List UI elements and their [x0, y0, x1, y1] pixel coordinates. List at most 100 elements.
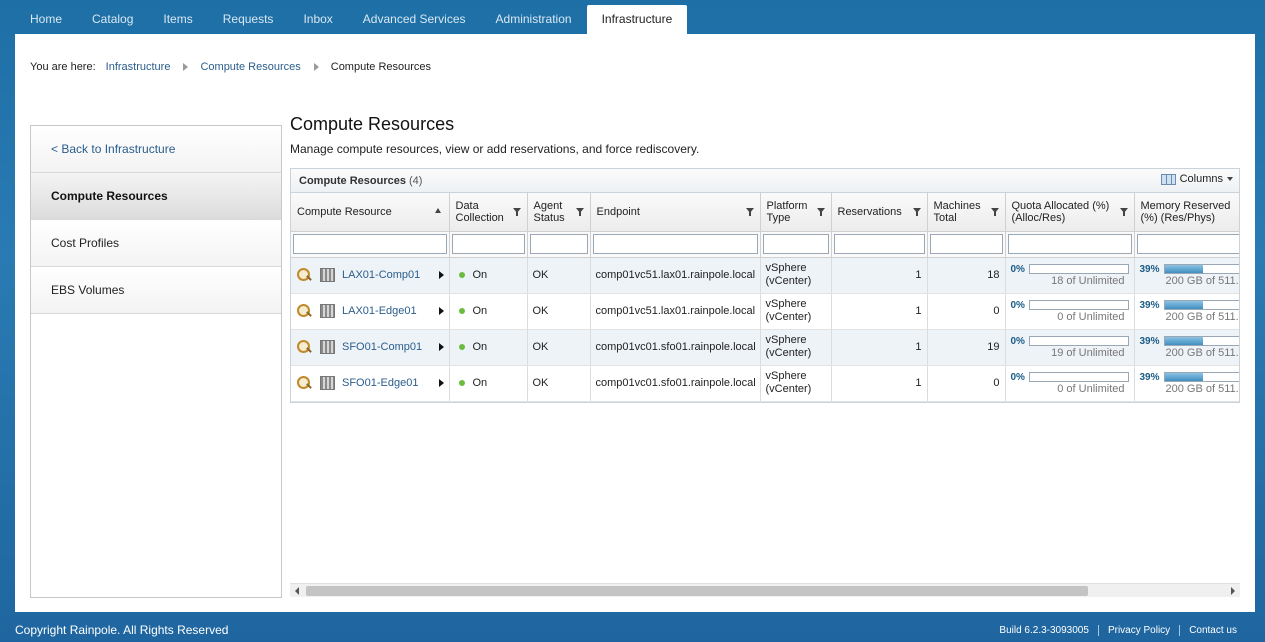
filter-machines-total-input[interactable]	[929, 234, 1003, 254]
column-header-endpoint[interactable]: Endpoint	[590, 193, 761, 232]
column-header-agent-status[interactable]: Agent Status	[527, 193, 591, 232]
magnifier-icon[interactable]	[296, 375, 312, 391]
filter-icon[interactable]	[575, 208, 584, 216]
contact-us-link[interactable]: Contact us	[1179, 625, 1246, 636]
cell-machines-total: 0	[927, 293, 1006, 330]
sidebar-item-ebs-volumes[interactable]: EBS Volumes	[31, 267, 281, 314]
chevron-down-icon	[1227, 177, 1233, 181]
cell-memory-reserved: 39% 200 GB of 511.8	[1134, 293, 1239, 330]
compute-resource-link[interactable]: LAX01-Comp01	[342, 269, 435, 281]
scroll-right-icon[interactable]	[1231, 587, 1235, 595]
data-collection-value: On	[472, 305, 488, 317]
memory-percent: 39%	[1139, 335, 1160, 347]
magnifier-icon[interactable]	[296, 339, 312, 355]
cell-reservations: 1	[831, 329, 928, 366]
table-row[interactable]: SFO01-Edge01 On OK comp01vc01.sfo01.rainpol…	[291, 365, 1239, 402]
breadcrumb-infrastructure-link[interactable]: Infrastructure	[106, 61, 171, 73]
tab-home[interactable]: Home	[15, 5, 77, 34]
tab-requests[interactable]: Requests	[208, 5, 289, 34]
quota-caption: 0 of Unlimited	[1057, 382, 1125, 395]
server-icon	[320, 340, 335, 354]
compute-resource-link[interactable]: SFO01-Edge01	[342, 377, 435, 389]
compute-resource-link[interactable]: LAX01-Edge01	[342, 305, 435, 317]
magnifier-icon[interactable]	[296, 267, 312, 283]
tab-catalog[interactable]: Catalog	[77, 5, 148, 34]
back-to-infrastructure-link[interactable]: < Back to Infrastructure	[31, 126, 281, 173]
memory-progress-bar	[1163, 264, 1239, 274]
tab-administration[interactable]: Administration	[481, 5, 587, 34]
column-header-platform-type[interactable]: Platform Type	[760, 193, 832, 232]
table-row[interactable]: LAX01-Edge01 On OK comp01vc51.lax01.rainpol…	[291, 293, 1239, 330]
filter-icon[interactable]	[745, 208, 754, 216]
cell-compute-resource: LAX01-Comp01	[291, 257, 450, 294]
column-header-data-collection[interactable]: Data Collection	[449, 193, 528, 232]
tab-advanced-services[interactable]: Advanced Services	[348, 5, 481, 34]
filter-compute-resource-input[interactable]	[293, 234, 447, 254]
progress-fill	[1164, 301, 1203, 309]
breadcrumb-current: Compute Resources	[330, 61, 432, 73]
column-header-machines-total[interactable]: Machines Total	[927, 193, 1006, 232]
columns-button[interactable]: Columns	[1160, 173, 1233, 185]
filter-reservations-input[interactable]	[833, 234, 925, 254]
scroll-left-icon[interactable]	[295, 587, 299, 595]
cell-machines-total: 0	[927, 365, 1006, 402]
column-header-compute-resource[interactable]: Compute Resource	[291, 193, 450, 232]
tab-items[interactable]: Items	[148, 5, 207, 34]
table-row[interactable]: SFO01-Comp01 On OK comp01vc01.sfo01.rainpol…	[291, 329, 1239, 366]
filter-endpoint-input[interactable]	[592, 234, 758, 254]
cell-reservations: 1	[831, 365, 928, 402]
cell-quota-allocated: 0% 18 of Unlimited	[1005, 257, 1135, 294]
filter-icon[interactable]	[990, 208, 999, 216]
tab-inbox[interactable]: Inbox	[288, 5, 347, 34]
footer-links: Build 6.2.3-3093005 Privacy Policy Conta…	[990, 625, 1246, 636]
filter-quota-allocated-input[interactable]	[1007, 234, 1132, 254]
quota-progress-bar	[1028, 372, 1129, 382]
cell-compute-resource: SFO01-Edge01	[291, 365, 450, 402]
cell-machines-total: 18	[927, 257, 1006, 294]
tab-infrastructure[interactable]: Infrastructure	[586, 5, 688, 34]
quota-progress-bar	[1028, 264, 1129, 274]
sort-ascending-icon[interactable]	[434, 208, 441, 213]
filter-platform-type-input[interactable]	[762, 234, 829, 254]
privacy-policy-link[interactable]: Privacy Policy	[1097, 625, 1179, 636]
quota-caption: 18 of Unlimited	[1051, 274, 1125, 287]
scrollbar-thumb[interactable]	[306, 586, 1088, 596]
filter-icon[interactable]	[1119, 208, 1128, 216]
cell-machines-total: 19	[927, 329, 1006, 366]
cell-agent-status: OK	[527, 293, 591, 330]
breadcrumb-compute-resources-link[interactable]: Compute Resources	[200, 61, 300, 73]
server-icon	[320, 268, 335, 282]
filter-row	[291, 231, 1239, 258]
column-header-memory-reserved[interactable]: Memory Reserved (%) (Res/Phys)	[1134, 193, 1239, 232]
cell-memory-reserved: 39% 200 GB of 511.8	[1134, 257, 1239, 294]
expand-arrow-icon[interactable]	[438, 271, 444, 279]
filter-icon[interactable]	[912, 208, 921, 216]
magnifier-icon[interactable]	[296, 303, 312, 319]
table-row[interactable]: LAX01-Comp01 On OK comp01vc51.lax01.rainpol…	[291, 257, 1239, 294]
cell-compute-resource: SFO01-Comp01	[291, 329, 450, 366]
filter-agent-status-input[interactable]	[529, 234, 588, 254]
compute-resource-link[interactable]: SFO01-Comp01	[342, 341, 435, 353]
progress-fill	[1164, 373, 1203, 381]
quota-percent: 0%	[1010, 371, 1025, 383]
column-header-reservations[interactable]: Reservations	[831, 193, 928, 232]
progress-fill	[1164, 337, 1203, 345]
status-dot-icon	[458, 308, 465, 315]
sidebar-item-compute-resources[interactable]: Compute Resources	[31, 173, 281, 220]
sidebar: < Back to Infrastructure Compute Resourc…	[30, 125, 282, 598]
expand-arrow-icon[interactable]	[438, 379, 444, 387]
filter-icon[interactable]	[816, 208, 825, 216]
filter-icon[interactable]	[512, 208, 521, 216]
cell-reservations: 1	[831, 257, 928, 294]
column-header-label: Compute Resource	[297, 205, 392, 218]
sidebar-item-cost-profiles[interactable]: Cost Profiles	[31, 220, 281, 267]
expand-arrow-icon[interactable]	[438, 343, 444, 351]
cell-agent-status: OK	[527, 329, 591, 366]
filter-memory-reserved-input[interactable]	[1136, 234, 1239, 254]
filter-data-collection-input[interactable]	[451, 234, 525, 254]
column-header-label: Agent Status	[533, 199, 565, 224]
expand-arrow-icon[interactable]	[438, 307, 444, 315]
horizontal-scrollbar[interactable]	[290, 583, 1240, 597]
column-header-label: Quota Allocated (%) (Alloc/Res)	[1011, 199, 1110, 224]
column-header-quota-allocated[interactable]: Quota Allocated (%) (Alloc/Res)	[1005, 193, 1135, 232]
